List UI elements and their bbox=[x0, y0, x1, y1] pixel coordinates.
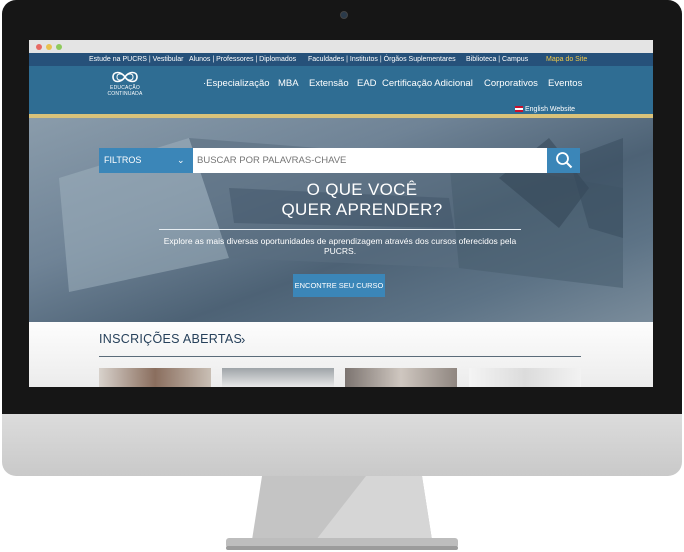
main-nav: EDUCAÇÃO CONTINUADA ·Especialização MBA … bbox=[29, 66, 653, 104]
nav-especializacao[interactable]: ·Especialização bbox=[203, 78, 270, 89]
course-card-image[interactable] bbox=[222, 368, 334, 387]
browser-bar bbox=[29, 40, 653, 53]
headline-line1: O QUE VOCÊ bbox=[306, 180, 418, 199]
english-website-link[interactable]: English Website bbox=[515, 105, 575, 114]
nav-mba[interactable]: MBA bbox=[278, 78, 299, 89]
english-website-label: English Website bbox=[525, 106, 576, 113]
top-links-bar: Estude na PUCRS | Vestibular Alunos | Pr… bbox=[29, 53, 653, 66]
camera-icon bbox=[340, 11, 348, 19]
course-card-image[interactable] bbox=[345, 368, 457, 387]
headline-line2: QUER APRENDER? bbox=[281, 200, 443, 219]
hero-divider bbox=[159, 229, 521, 230]
section-title[interactable]: INSCRIÇÕES ABERTAS bbox=[99, 332, 242, 346]
chevron-down-icon: ⌄ bbox=[177, 155, 185, 165]
course-card-image[interactable] bbox=[99, 368, 211, 387]
link-faculdades-institutos[interactable]: Faculdades | Institutos | Órgãos Supleme… bbox=[308, 53, 456, 66]
search-icon bbox=[556, 152, 573, 169]
nav-eventos[interactable]: Eventos bbox=[548, 78, 582, 89]
hero-banner: FILTROS ⌄ O QUE VOCÊ QUER APRENDER? Expl… bbox=[29, 118, 653, 322]
screen: Estude na PUCRS | Vestibular Alunos | Pr… bbox=[29, 40, 653, 387]
monitor-chin bbox=[2, 414, 682, 476]
logo[interactable]: EDUCAÇÃO CONTINUADA bbox=[103, 69, 147, 101]
nav-corporativos[interactable]: Corporativos bbox=[484, 78, 538, 89]
nav-extensao[interactable]: Extensão bbox=[309, 78, 349, 89]
chevron-right-icon[interactable]: › bbox=[241, 332, 245, 347]
infinity-logo-icon bbox=[112, 71, 138, 83]
close-window-icon[interactable] bbox=[36, 44, 42, 50]
link-site-map[interactable]: Mapa do Site bbox=[546, 53, 587, 66]
search-button[interactable] bbox=[547, 148, 580, 173]
course-card-image[interactable] bbox=[469, 368, 581, 387]
nav-certificacao-adicional[interactable]: Certificação Adicional bbox=[382, 78, 473, 89]
logo-line2: CONTINUADA bbox=[107, 91, 143, 97]
hero-subtitle: Explore as mais diversas oportunidades d… bbox=[163, 236, 517, 256]
keyword-search-input[interactable] bbox=[193, 148, 547, 173]
monitor-stand bbox=[226, 476, 458, 550]
uk-flag-icon bbox=[515, 106, 523, 113]
nav-ead[interactable]: EAD bbox=[357, 78, 377, 89]
find-course-button[interactable]: ENCONTRE SEU CURSO bbox=[293, 274, 385, 297]
link-biblioteca-campus[interactable]: Biblioteca | Campus bbox=[466, 53, 528, 66]
filters-dropdown[interactable]: FILTROS ⌄ bbox=[99, 148, 193, 173]
filters-label: FILTROS bbox=[104, 155, 142, 165]
section-divider bbox=[99, 356, 581, 357]
link-alunos-professores[interactable]: Alunos | Professores | Diplomados bbox=[189, 53, 296, 66]
maximize-window-icon[interactable] bbox=[56, 44, 62, 50]
open-enrollments-section: INSCRIÇÕES ABERTAS › bbox=[29, 322, 653, 387]
link-estude-vestibular[interactable]: Estude na PUCRS | Vestibular bbox=[89, 53, 183, 66]
hero-headline: O QUE VOCÊ QUER APRENDER? bbox=[29, 180, 653, 220]
minimize-window-icon[interactable] bbox=[46, 44, 52, 50]
